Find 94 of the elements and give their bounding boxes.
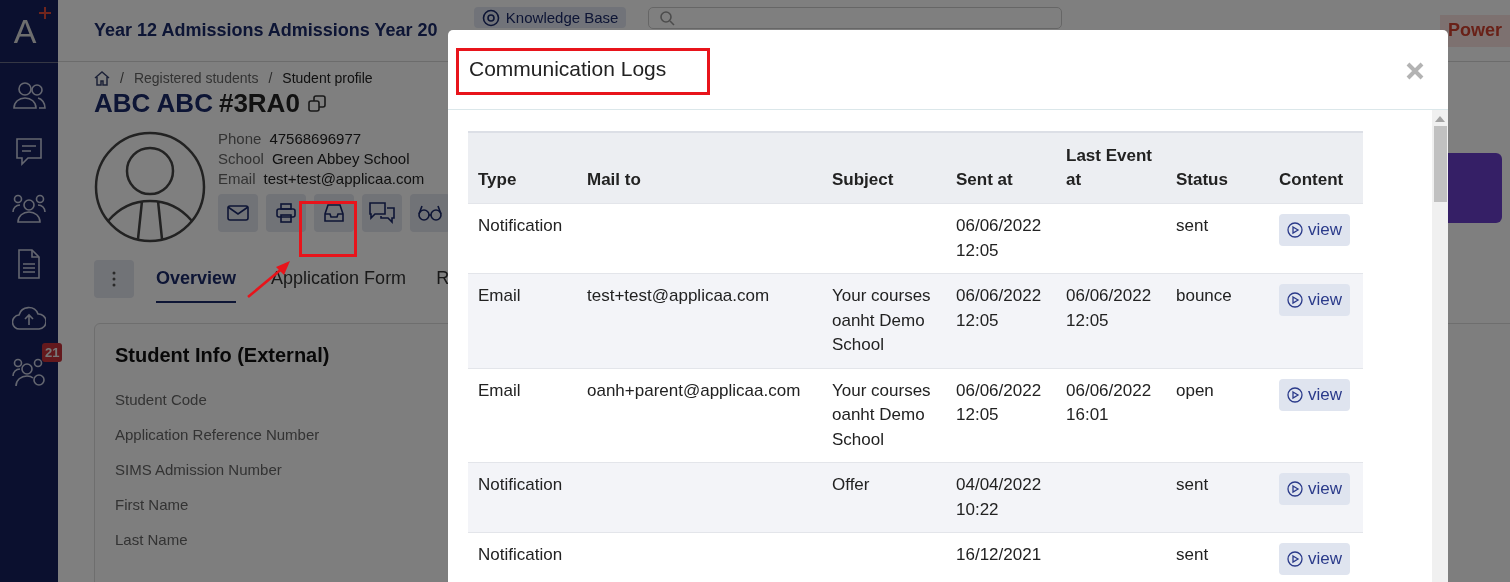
field-label: Last Name bbox=[115, 530, 188, 550]
field-label: SIMS Admission Number bbox=[115, 460, 282, 480]
breadcrumb-item[interactable]: Registered students bbox=[133, 70, 259, 86]
table-cell-text: bounce bbox=[1176, 285, 1233, 307]
cloud-upload-icon[interactable] bbox=[12, 305, 46, 331]
scroll-up-icon[interactable] bbox=[1435, 116, 1445, 122]
highlight-box bbox=[299, 201, 357, 257]
table-cell-text: 06/06/2022 16:01 bbox=[1066, 379, 1153, 426]
table-cell-text: Email bbox=[478, 285, 522, 307]
table-cell-text: 06/06/2022 12:05 bbox=[1066, 285, 1153, 332]
logo-letter: A bbox=[13, 11, 38, 51]
play-circle-icon bbox=[1287, 481, 1303, 497]
plus-icon bbox=[38, 6, 52, 20]
notification-badge: 21 bbox=[42, 343, 63, 362]
table-cell-text: 04/04/2022 10:22 bbox=[956, 474, 1043, 521]
table-cell-text: sent bbox=[1176, 544, 1210, 566]
home-icon[interactable] bbox=[94, 70, 110, 86]
view-button[interactable]: view bbox=[1279, 378, 1350, 411]
table-cell-text: test+test@applicaa.com bbox=[587, 285, 771, 307]
search-field[interactable] bbox=[648, 7, 1062, 29]
email-button[interactable] bbox=[218, 194, 258, 232]
column-header: Sent at bbox=[946, 132, 1056, 204]
tab[interactable]: Application Form bbox=[271, 255, 407, 303]
printer-icon bbox=[276, 203, 296, 223]
field-label: First Name bbox=[115, 495, 189, 515]
play-circle-icon bbox=[1287, 222, 1303, 238]
table-cell-text: Your courses oanht Demo School bbox=[832, 379, 932, 451]
table-cell-text: Notification bbox=[478, 544, 564, 566]
questions-chat-button[interactable] bbox=[362, 194, 402, 232]
table-cell-text: sent bbox=[1176, 215, 1210, 237]
table-cell-text: Notification bbox=[478, 474, 564, 496]
users-settings-icon[interactable] bbox=[12, 357, 46, 387]
column-header: Mail to bbox=[577, 132, 822, 204]
info-label: Email bbox=[218, 169, 256, 189]
info-label: Phone bbox=[218, 129, 262, 149]
document-icon[interactable] bbox=[17, 249, 41, 279]
table-cell-text: Notification bbox=[478, 215, 564, 237]
view-button[interactable]: view bbox=[1279, 214, 1350, 246]
table-cell-text: 06/06/2022 12:05 bbox=[956, 379, 1043, 426]
info-value: test+test@applicaa.com bbox=[263, 169, 425, 189]
info-value: Green Abbey School bbox=[271, 149, 410, 169]
chat-question-icon bbox=[369, 202, 395, 224]
inbox-icon bbox=[324, 204, 344, 222]
wheel-icon bbox=[481, 8, 500, 27]
breadcrumb-item: Student profile bbox=[282, 70, 373, 86]
search-icon bbox=[659, 10, 676, 26]
view-button[interactable]: view bbox=[1279, 543, 1350, 575]
column-header: Type bbox=[468, 132, 577, 204]
play-circle-icon bbox=[1287, 292, 1303, 308]
print-button[interactable] bbox=[266, 194, 306, 232]
tab[interactable]: Overview bbox=[156, 255, 237, 303]
column-header: Content bbox=[1269, 132, 1363, 204]
table-cell-text: Offer bbox=[832, 474, 871, 496]
copy-icon[interactable] bbox=[307, 94, 326, 113]
breadcrumb-separator: / bbox=[120, 70, 124, 86]
column-header: Subject bbox=[822, 132, 946, 204]
info-value: 47568696977 bbox=[269, 129, 362, 149]
table-cell-text: Email bbox=[478, 379, 522, 402]
column-header: Status bbox=[1166, 132, 1269, 204]
play-circle-icon bbox=[1287, 386, 1303, 403]
close-icon bbox=[1406, 62, 1424, 80]
scrollbar-thumb[interactable] bbox=[1433, 126, 1447, 202]
table-cell-text: oanh+parent@applicaa.com bbox=[587, 379, 802, 402]
table-cell-text: 16/12/2021 bbox=[956, 544, 1043, 566]
modal-title: Communication Logs bbox=[469, 57, 667, 80]
glasses-icon bbox=[418, 205, 442, 221]
knowledge-base-button[interactable]: Knowledge Base bbox=[473, 7, 627, 28]
chat-icon[interactable] bbox=[15, 137, 43, 167]
table-cell-text: Your courses oanht Demo School bbox=[832, 285, 932, 356]
column-header: Last Event at bbox=[1056, 132, 1166, 204]
student-name: ABC ABC bbox=[94, 88, 213, 119]
envelope-icon bbox=[227, 205, 249, 221]
table-cell-text: 06/06/2022 12:05 bbox=[956, 285, 1043, 332]
card-title: Student Info (External) bbox=[115, 344, 330, 367]
table-cell-text: sent bbox=[1176, 474, 1210, 496]
scrollbar[interactable] bbox=[1432, 110, 1448, 582]
field-label: Student Code bbox=[115, 390, 207, 410]
table-cell-text: open bbox=[1176, 379, 1215, 402]
group-icon[interactable] bbox=[12, 193, 46, 223]
play-circle-icon bbox=[1287, 551, 1303, 567]
more-icon bbox=[112, 271, 116, 287]
tab[interactable]: R bbox=[436, 255, 450, 303]
inbox-button[interactable] bbox=[314, 194, 354, 232]
glasses-button[interactable] bbox=[410, 194, 450, 232]
users-icon[interactable] bbox=[12, 81, 46, 111]
info-label: School bbox=[218, 149, 264, 169]
power-button[interactable]: Power bbox=[1439, 14, 1510, 47]
view-button[interactable]: view bbox=[1279, 284, 1350, 316]
page-title: Year 12 Admissions Admissions Year 20 bbox=[94, 20, 439, 41]
field-label: Application Reference Number bbox=[115, 425, 320, 445]
table-cell-text: 06/06/2022 12:05 bbox=[956, 215, 1043, 262]
view-button[interactable]: view bbox=[1279, 473, 1350, 505]
student-code: #3RA0 bbox=[218, 88, 300, 119]
breadcrumb-separator: / bbox=[268, 70, 273, 86]
